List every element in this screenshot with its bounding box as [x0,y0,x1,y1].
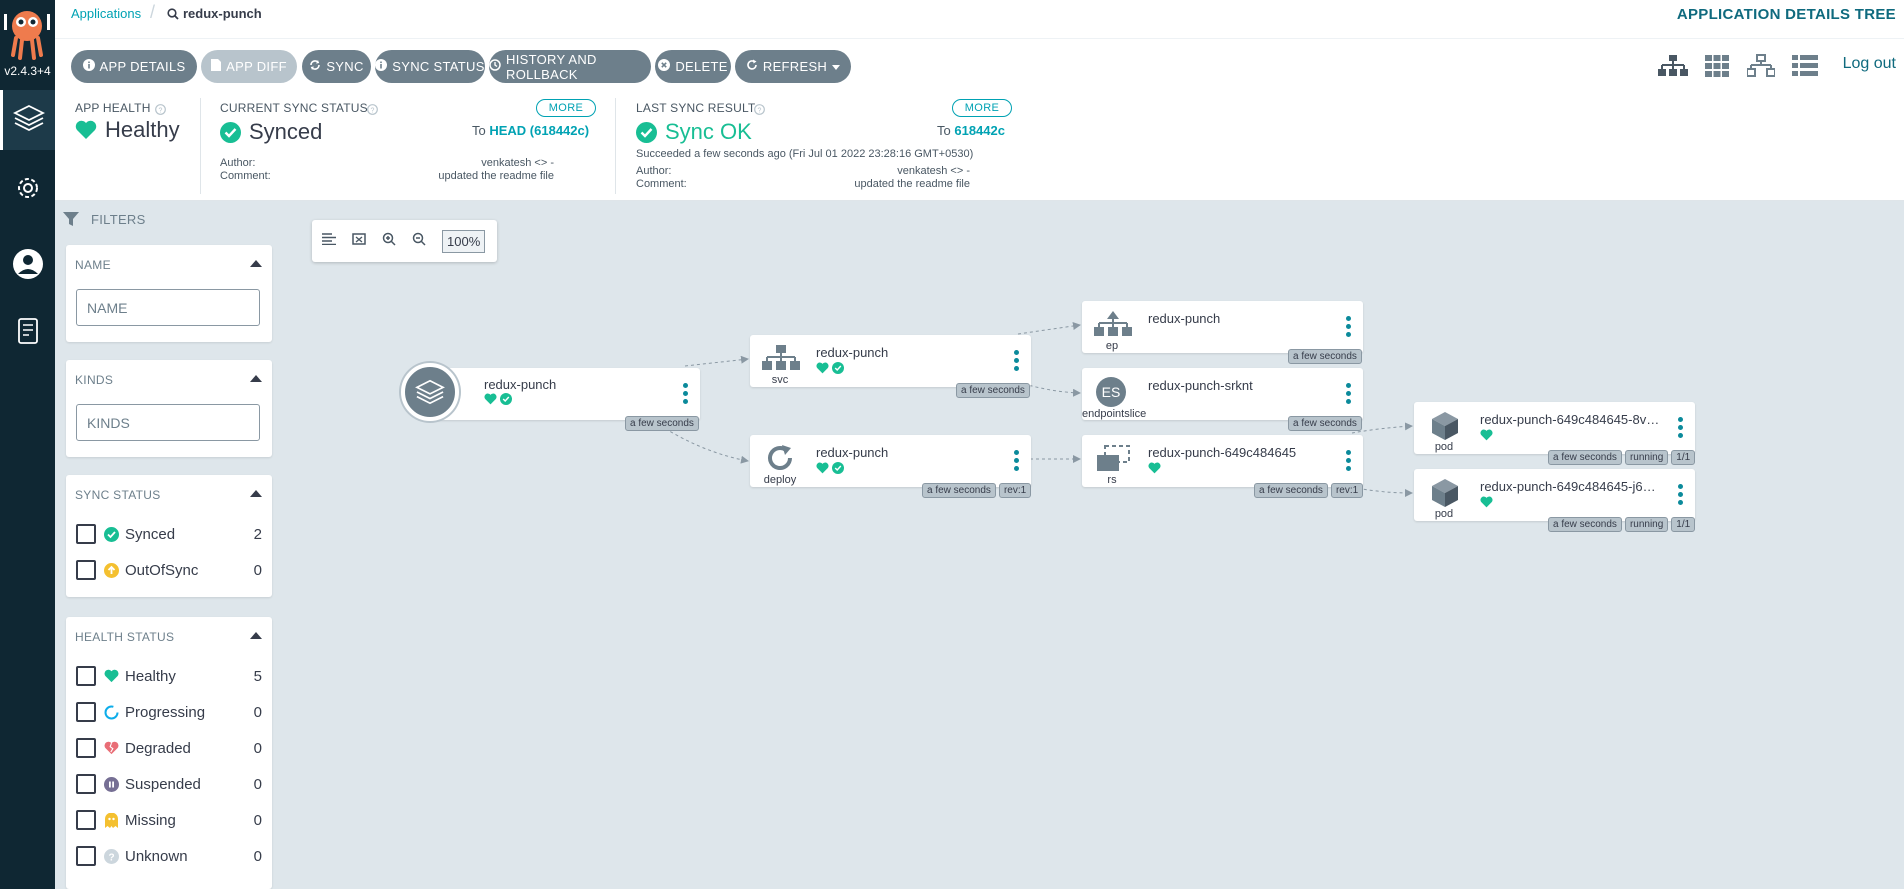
align-left-icon[interactable] [322,232,336,250]
status-tag: running [1624,450,1669,465]
heart-icon [1480,429,1493,441]
applications-icon [415,379,445,405]
node-status-icons [1480,429,1493,441]
node-menu-icon[interactable] [1346,450,1351,474]
node-status-icons [484,393,512,405]
node-menu-icon[interactable] [1346,316,1351,340]
node-kind: deploy [763,474,797,486]
age-tag: a few seconds [1548,450,1622,465]
deploy-node[interactable]: deploy redux-punch [750,435,1031,487]
heart-icon [816,462,829,474]
heart-icon [484,393,497,405]
deployment-icon [765,444,795,477]
node-tags: a few seconds running 1/1 [1548,450,1696,465]
node-name: redux-punch-srknt [1148,378,1253,393]
node-name: redux-punch [816,345,889,360]
node-menu-icon[interactable] [1346,383,1351,407]
endpointslice-icon-text: ES [1101,384,1121,400]
heart-icon [816,362,829,374]
node-tags: a few seconds [1288,349,1362,364]
ready-tag: 1/1 [1671,517,1696,532]
node-tags: a few seconds rev:1 [1254,483,1364,498]
node-tags: a few seconds [625,416,699,431]
node-kind: pod [1434,508,1454,520]
pod-node[interactable]: pod redux-punch-649c484645-j6gt2 [1414,469,1695,521]
service-icon [762,345,800,376]
revision-tag: rev:1 [998,483,1032,498]
age-tag: a few seconds [1288,349,1362,364]
check-circle-icon [500,393,512,405]
node-menu-icon[interactable] [1678,417,1683,441]
node-status-icons [816,462,844,474]
graph-toolbar: 100% [312,220,497,262]
node-tags: a few seconds running 1/1 [1548,517,1696,532]
node-name: redux-punch [484,377,557,392]
node-name: redux-punch-649c484645-j6gt2 [1480,479,1660,494]
node-name: redux-punch [1148,311,1221,326]
node-menu-icon[interactable] [1014,450,1019,474]
node-name: redux-punch [816,445,889,460]
node-tags: a few seconds [956,383,1030,398]
node-status-icons [816,362,844,374]
status-tag: running [1624,517,1669,532]
node-status-icons [1148,462,1161,474]
node-kind: pod [1434,441,1454,453]
age-tag: a few seconds [1254,483,1328,498]
age-tag: a few seconds [1288,416,1362,431]
ready-tag: 1/1 [1671,450,1696,465]
node-kind: endpointslice [1082,408,1147,420]
age-tag: a few seconds [922,483,996,498]
app-node-icon [401,363,459,421]
check-circle-icon [832,362,844,374]
node-kind: ep [1105,340,1119,352]
node-status-icons [1480,496,1493,508]
node-tags: a few seconds [1288,416,1362,431]
pod-node[interactable]: pod redux-punch-649c484645-8vv... [1414,402,1695,454]
zoom-out-icon[interactable] [412,232,426,251]
svc-node[interactable]: svc redux-punch [750,335,1031,387]
check-circle-icon [832,462,844,474]
app-node[interactable]: redux-punch [430,368,700,420]
fit-screen-icon[interactable] [352,232,366,251]
node-menu-icon[interactable] [1678,484,1683,508]
revision-tag: rev:1 [1330,483,1364,498]
heart-icon [1480,496,1493,508]
age-tag: a few seconds [956,383,1030,398]
node-tags: a few seconds rev:1 [922,483,1032,498]
age-tag: a few seconds [1548,517,1622,532]
heart-icon [1148,462,1161,474]
node-kind: rs [1107,474,1117,486]
ep-node[interactable]: ep redux-punch [1082,301,1363,353]
endpoints-icon [1094,311,1132,342]
zoom-level[interactable]: 100% [442,229,486,253]
endpointslice-icon: ES [1096,377,1126,407]
node-name: redux-punch-649c484645-8vv... [1480,412,1660,427]
node-menu-icon[interactable] [683,383,688,407]
zoom-in-icon[interactable] [382,232,396,251]
rs-node[interactable]: rs redux-punch-649c484645 [1082,435,1363,487]
age-tag: a few seconds [625,416,699,431]
node-menu-icon[interactable] [1014,350,1019,374]
node-kind: svc [771,374,789,386]
endpointslice-node[interactable]: ES endpointslice redux-punch-srknt [1082,368,1363,420]
node-name: redux-punch-649c484645 [1148,445,1297,460]
